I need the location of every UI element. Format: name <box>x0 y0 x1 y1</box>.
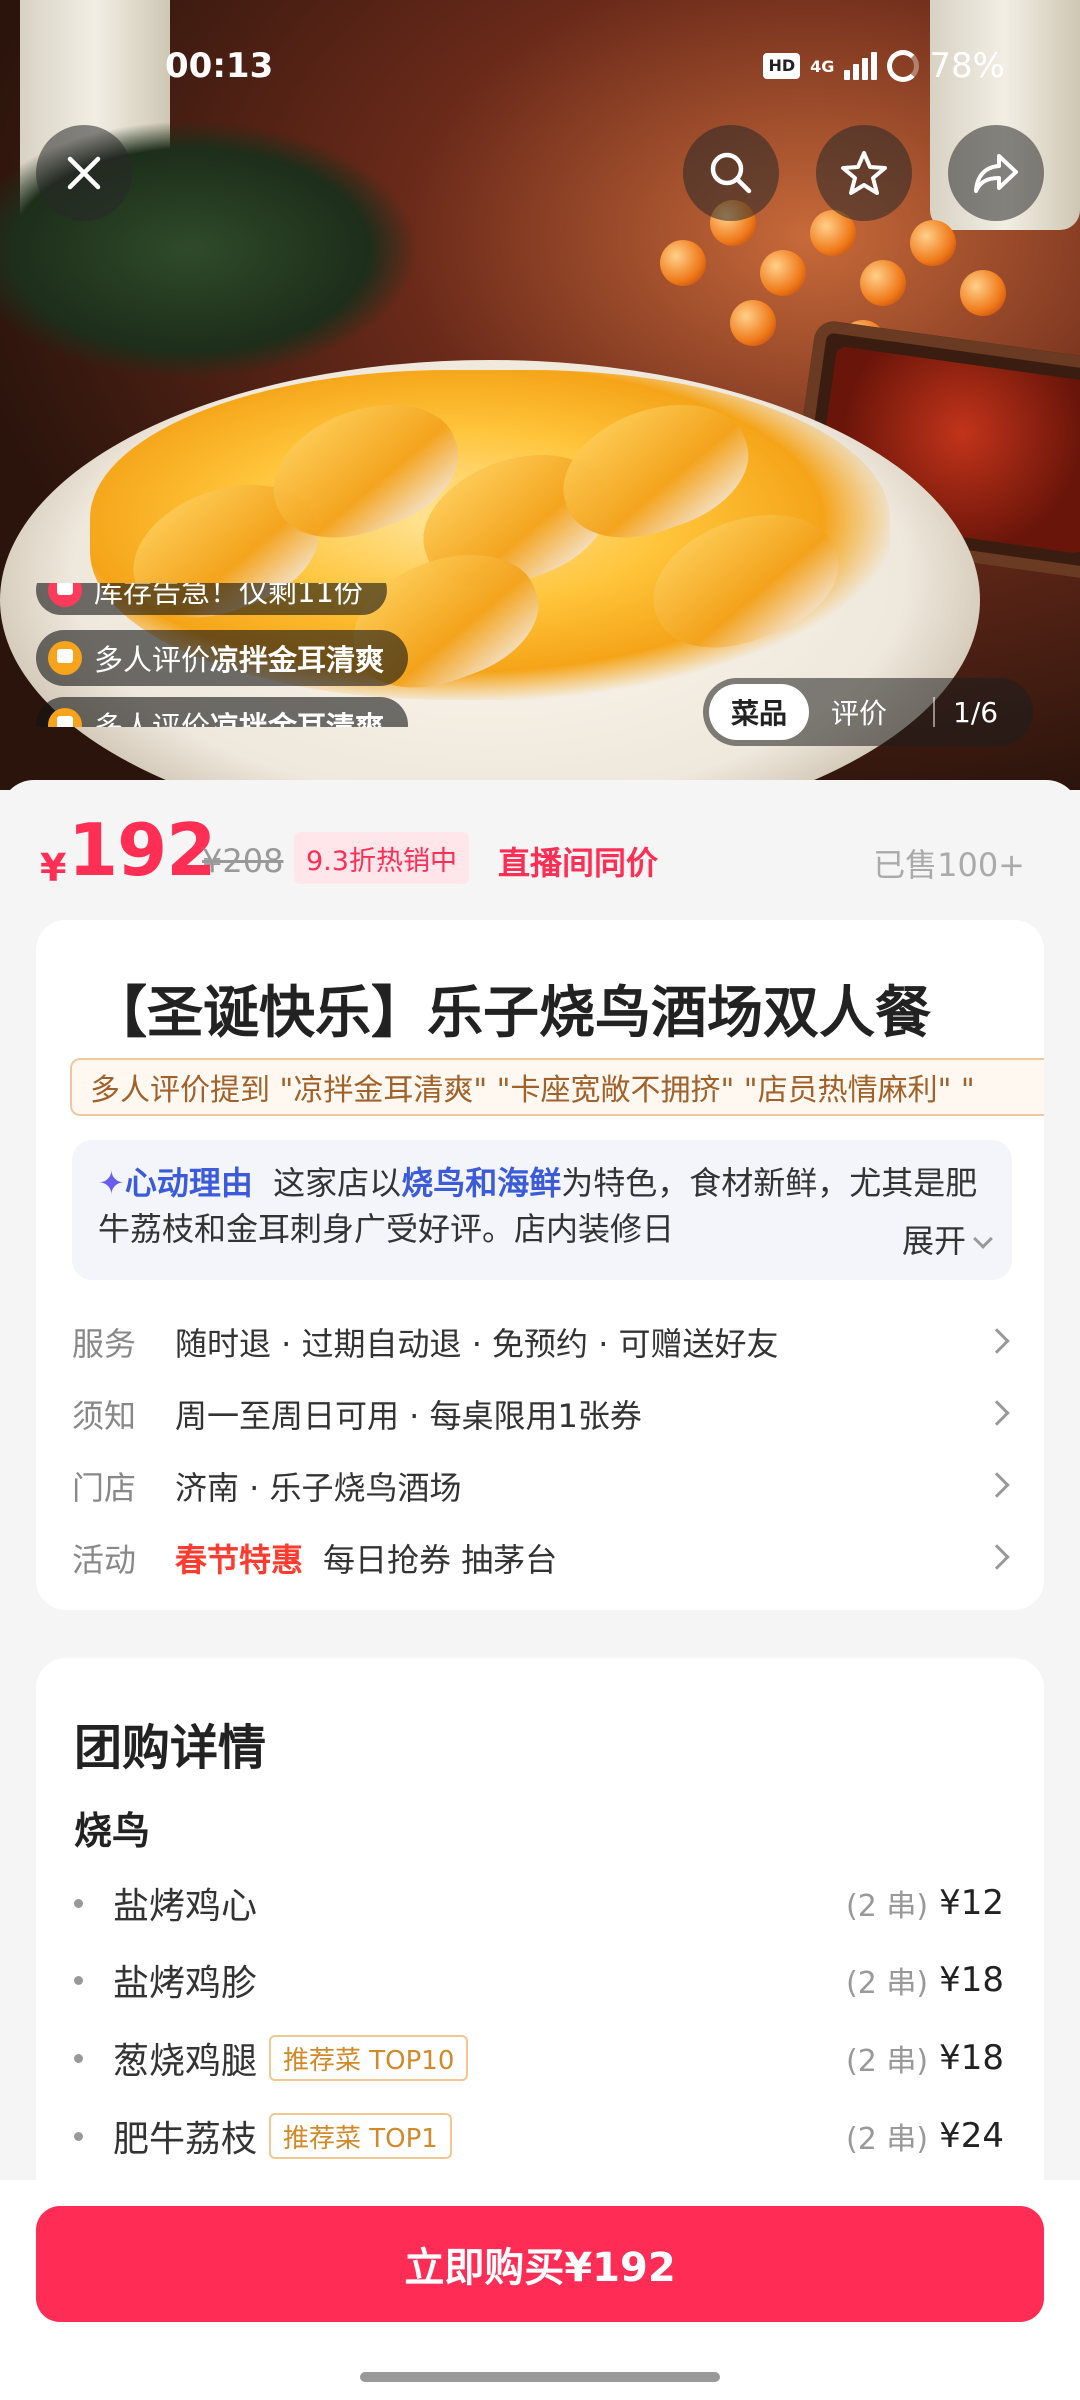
status-time: 00:13 <box>165 46 274 86</box>
close-icon <box>67 156 101 190</box>
buy-now-button[interactable]: 立即购买¥192 <box>36 2206 1044 2322</box>
dish-qty: (2 串) <box>846 2044 929 2079</box>
dish-name: 葱烧鸡腿 <box>113 2041 258 2082</box>
info-row-store[interactable]: 门店 济南 · 乐子烧鸟酒场 <box>72 1462 1012 1510</box>
search-icon <box>710 152 752 194</box>
dish-name: 盐烤鸡心 <box>113 1886 258 1927</box>
category-title: 烧鸟 <box>74 1809 151 1853</box>
reason-box[interactable]: ✦心动理由 这家店以烧鸟和海鲜为特色，食材新鲜，尤其是肥牛荔枝和金耳刺身广受好评… <box>72 1140 1012 1280</box>
review-highlight-pill[interactable]: 多人评价凉拌金耳清爽 <box>36 630 409 686</box>
chevron-right-icon <box>984 1328 1010 1354</box>
battery-icon <box>887 50 920 82</box>
info-row-notice[interactable]: 须知 周一至周日可用 · 每桌限用1张券 <box>72 1390 1012 1438</box>
divider <box>933 697 936 727</box>
dish-price: ¥18 <box>939 2038 1004 2078</box>
media-tab-switcher: 菜品 评价 1/6 <box>703 678 1033 746</box>
dish-price: ¥24 <box>939 2116 1004 2156</box>
promo-label: 春节特惠 <box>175 1541 304 1579</box>
dish-item: 盐烤鸡胗 (2 串) ¥18 <box>74 1950 1004 2010</box>
dish-price: ¥12 <box>939 1883 1004 1923</box>
reason-label: 心动理由 <box>124 1164 253 1202</box>
section-title: 团购详情 <box>74 1720 267 1776</box>
dish-qty: (2 串) <box>846 1889 929 1924</box>
info-row-activity[interactable]: 活动 春节特惠 每日抢券 抽茅台 <box>72 1534 1012 1582</box>
dish-qty: (2 串) <box>846 2122 929 2157</box>
recommend-badge: 推荐菜 TOP1 <box>269 2113 452 2159</box>
share-icon <box>974 154 1018 193</box>
dish-qty: (2 串) <box>846 1966 929 2001</box>
sparkle-icon: ✦ <box>98 1164 125 1202</box>
expand-button[interactable]: 展开 <box>851 1218 993 1264</box>
current-price: 192 <box>68 808 216 892</box>
dish-price: ¥18 <box>939 1960 1004 2000</box>
signal-icon <box>844 52 878 80</box>
product-title: 【圣诞快乐】乐子烧鸟酒场双人餐 <box>91 981 931 1046</box>
comment-icon <box>48 641 82 675</box>
comment-icon <box>48 708 82 727</box>
product-photo[interactable]: 00:13 HD 4G 78% 库存告急！仅剩11份 多人评价凉拌金耳清爽 多人… <box>0 0 1080 790</box>
network-type: 4G <box>810 56 835 76</box>
home-indicator[interactable] <box>360 2372 720 2382</box>
search-button[interactable] <box>683 125 779 221</box>
discount-badge: 9.3折热销中 <box>294 832 469 884</box>
original-price: ¥208 <box>202 842 284 880</box>
favorite-button[interactable] <box>816 125 912 221</box>
battery-level: 78% <box>929 46 1005 86</box>
sold-count: 已售100+ <box>873 846 1025 884</box>
dish-item: 盐烤鸡心 (2 串) ¥12 <box>74 1873 1004 1933</box>
currency-symbol: ¥ <box>40 846 67 890</box>
chevron-right-icon <box>984 1472 1010 1498</box>
chevron-right-icon <box>984 1400 1010 1426</box>
dish-item: 葱烧鸡腿 推荐菜 TOP10 (2 串) ¥18 <box>74 2028 1004 2088</box>
share-button[interactable] <box>948 125 1044 221</box>
product-info-card: 【圣诞快乐】乐子烧鸟酒场双人餐 多人评价提到 "凉拌金耳清爽" "卡座宽敞不拥挤… <box>36 920 1044 1610</box>
status-bar: 00:13 HD 4G 78% <box>0 40 1080 100</box>
star-icon <box>841 151 887 195</box>
dish-item: 肥牛荔枝 推荐菜 TOP1 (2 串) ¥24 <box>74 2106 1004 2166</box>
hd-icon: HD <box>763 53 801 79</box>
recommend-badge: 推荐菜 TOP10 <box>269 2035 469 2081</box>
bottom-action-bar: 立即购买¥192 <box>0 2180 1080 2400</box>
close-button[interactable] <box>36 125 132 221</box>
price-row: ¥ 192 ¥208 9.3折热销中 直播间同价 已售100+ <box>40 808 1040 898</box>
product-sheet: ¥ 192 ¥208 9.3折热销中 直播间同价 已售100+ 【圣诞快乐】乐子… <box>0 780 1080 2400</box>
chevron-right-icon <box>984 1544 1010 1570</box>
dish-name: 肥牛荔枝 <box>113 2119 258 2160</box>
tab-dishes[interactable]: 菜品 <box>709 684 810 740</box>
tab-reviews[interactable]: 评价 <box>809 684 909 740</box>
dish-name: 盐烤鸡胗 <box>113 1963 258 2004</box>
live-price-tag: 直播间同价 <box>498 844 659 882</box>
chevron-down-icon <box>973 1229 993 1249</box>
info-row-service[interactable]: 服务 随时退 · 过期自动退 · 免预约 · 可赠送好友 <box>72 1318 1012 1366</box>
review-tags[interactable]: 多人评价提到 "凉拌金耳清爽" "卡座宽敞不拥挤" "店员热情麻利" " <box>70 1058 1044 1116</box>
photo-counter: 1/6 <box>953 695 999 729</box>
